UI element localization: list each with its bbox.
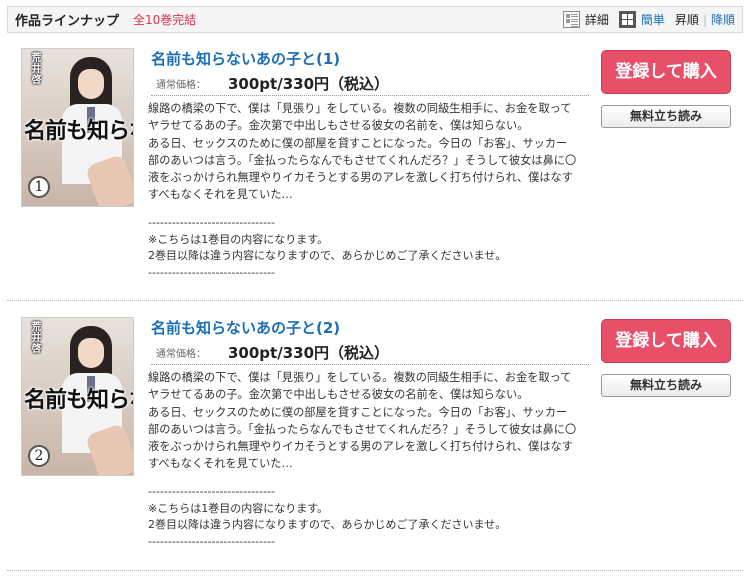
- volume-title-link[interactable]: 名前も知らないあの子と(1): [151, 48, 340, 69]
- detail-view-label[interactable]: 詳細: [585, 11, 609, 28]
- price-value: 300pt/330円（税込）: [228, 75, 390, 93]
- volume-title-link[interactable]: 名前も知らないあの子と(2): [151, 317, 340, 338]
- lineup-title: 作品ラインナップ: [15, 14, 120, 29]
- cover-volume-number: 1: [28, 176, 50, 198]
- price-row: 通常価格： 300pt/330円（税込）: [151, 341, 589, 365]
- cover-author-text: 荒井啓: [29, 321, 40, 354]
- view-sort-controls: 詳細 簡単 昇順 | 降順: [562, 11, 735, 28]
- sort-descending-link[interactable]: 降順: [711, 11, 735, 28]
- simple-view-icon[interactable]: [618, 11, 636, 28]
- item-divider: [7, 570, 743, 571]
- cover-title-text: 名前も知らないあの子と: [24, 118, 133, 144]
- volume-description: 線路の橋梁の下で、僕は「見張り」をしている。複数の同級生相手に、お金を取って ヤ…: [148, 371, 577, 471]
- item-divider: [7, 300, 743, 301]
- price-value: 300pt/330円（税込）: [228, 344, 390, 362]
- volume-item: 荒井啓 名前も知らないあの子と 1 名前も知らないあの子と(1) 通常価格： 3…: [7, 48, 743, 298]
- sort-ascending-link[interactable]: 昇順: [675, 11, 699, 28]
- register-buy-button[interactable]: 登録して購入: [601, 50, 731, 94]
- register-buy-button[interactable]: 登録して購入: [601, 319, 731, 363]
- detail-view-icon[interactable]: [562, 11, 580, 28]
- volume-note: -------------------------------- ※こちらは1巻…: [148, 485, 507, 548]
- volume-count: 全10巻完結: [133, 13, 197, 27]
- cover-image[interactable]: 荒井啓 名前も知らないあの子と 1: [21, 48, 134, 207]
- free-preview-button[interactable]: 無料立ち読み: [601, 374, 731, 397]
- volume-description: 線路の橋梁の下で、僕は「見張り」をしている。複数の同級生相手に、お金を取って ヤ…: [148, 102, 577, 202]
- price-label: 通常価格：: [156, 349, 206, 360]
- price-row: 通常価格： 300pt/330円（税込）: [151, 72, 589, 96]
- lineup-header: 作品ラインナップ 全10巻完結 詳細 簡単 昇順 | 降順: [7, 6, 743, 33]
- volume-note: -------------------------------- ※こちらは1巻…: [148, 216, 507, 279]
- free-preview-button[interactable]: 無料立ち読み: [601, 105, 731, 128]
- price-label: 通常価格：: [156, 80, 206, 91]
- sort-separator: |: [702, 12, 707, 27]
- simple-view-label[interactable]: 簡単: [641, 11, 665, 28]
- cover-image[interactable]: 荒井啓 名前も知らないあの子と 2: [21, 317, 134, 476]
- volume-item: 荒井啓 名前も知らないあの子と 2 名前も知らないあの子と(2) 通常価格： 3…: [7, 317, 743, 567]
- cover-volume-number: 2: [28, 445, 50, 467]
- cover-author-text: 荒井啓: [29, 52, 40, 85]
- cover-title-text: 名前も知らないあの子と: [24, 387, 133, 413]
